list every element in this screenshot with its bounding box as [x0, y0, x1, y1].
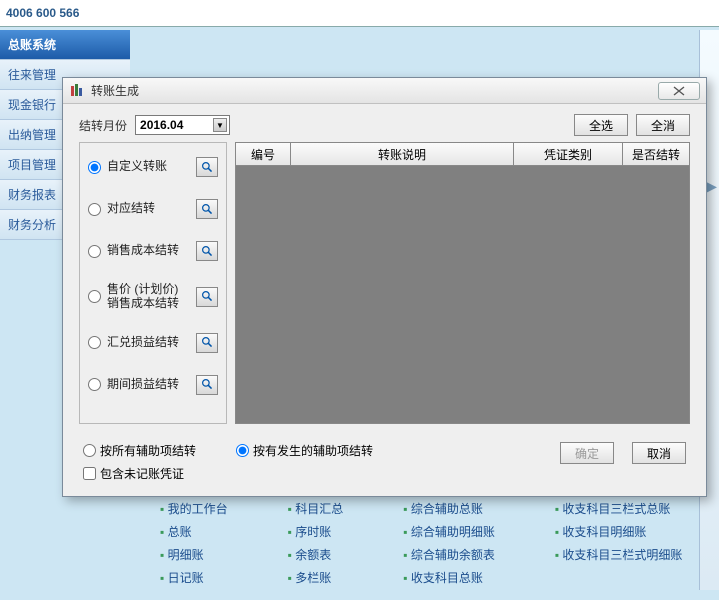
option-period[interactable]: 期间损益结转 [88, 375, 218, 395]
bg-link[interactable]: 收支科目三栏式明细账 [555, 546, 683, 563]
col-voucher-type[interactable]: 凭证类别 [513, 142, 623, 166]
option-sales-cost[interactable]: 销售成本结转 [88, 241, 218, 261]
bg-link[interactable]: 多栏账 [288, 569, 344, 586]
month-value: 2016.04 [140, 118, 183, 132]
month-select[interactable]: 2016.04 ▼ [135, 115, 230, 135]
select-all-button[interactable]: 全选 [574, 114, 628, 136]
phone-number: 4006 600 566 [6, 6, 79, 20]
lookup-button[interactable] [196, 199, 218, 219]
close-button[interactable] [658, 82, 700, 100]
titlebar: 转账生成 [63, 78, 706, 104]
aux-occurred-option[interactable]: 按有发生的辅助项结转 [236, 442, 373, 459]
lookup-button[interactable] [196, 375, 218, 395]
grid-panel: 编号 转账说明 凭证类别 是否结转 [235, 142, 690, 424]
aux-all-option[interactable]: 按所有辅助项结转 [83, 442, 196, 459]
bg-link[interactable]: 我的工作台 [160, 500, 228, 517]
option-panel: 自定义转账 对应结转 销售成本结转 售价 (计划价) 销售成本结转 汇兑损益结转 [79, 142, 227, 424]
option-corresponding[interactable]: 对应结转 [88, 199, 218, 219]
bg-link[interactable]: 综合辅助明细账 [403, 523, 495, 540]
background-links: 我的工作台 总账 明细账 日记账 科目汇总 序时账 余额表 多栏账 综合辅助总账… [160, 500, 682, 586]
radio-price-plan[interactable] [88, 290, 101, 303]
magnifier-icon [201, 203, 214, 216]
cancel-button[interactable]: 取消 [632, 442, 686, 464]
dialog-body: 自定义转账 对应结转 销售成本结转 售价 (计划价) 销售成本结转 汇兑损益结转 [63, 142, 706, 432]
ok-button[interactable]: 确定 [560, 442, 614, 464]
transfer-dialog: 转账生成 结转月份 2016.04 ▼ 全选 全消 自定义转账 对应结转 [62, 77, 707, 497]
option-exchange[interactable]: 汇兑损益结转 [88, 333, 218, 353]
radio-custom[interactable] [88, 161, 101, 174]
bg-link[interactable]: 余额表 [288, 546, 344, 563]
bottom-row: 按所有辅助项结转 包含未记账凭证 按有发生的辅助项结转 确定 取消 [63, 432, 706, 496]
bg-link[interactable]: 收支科目总账 [403, 569, 495, 586]
bg-link[interactable]: 综合辅助总账 [403, 500, 495, 517]
col-number[interactable]: 编号 [235, 142, 291, 166]
month-label: 结转月份 [79, 117, 127, 134]
top-row: 结转月份 2016.04 ▼ 全选 全消 [63, 104, 706, 142]
bg-link[interactable]: 综合辅助余额表 [403, 546, 495, 563]
bg-link[interactable]: 收支科目明细账 [555, 523, 683, 540]
magnifier-icon [201, 378, 214, 391]
lookup-button[interactable] [196, 157, 218, 177]
option-custom-transfer[interactable]: 自定义转账 [88, 157, 218, 177]
deselect-all-button[interactable]: 全消 [636, 114, 690, 136]
bg-link[interactable]: 收支科目三栏式总账 [555, 500, 683, 517]
col-desc[interactable]: 转账说明 [290, 142, 514, 166]
radio-exchange[interactable] [88, 336, 101, 349]
checkbox-unposted[interactable] [83, 467, 96, 480]
lookup-button[interactable] [196, 333, 218, 353]
magnifier-icon [201, 290, 214, 303]
grid-body[interactable] [235, 166, 690, 424]
sidebar-item-general-ledger[interactable]: 总账系统 [0, 30, 130, 60]
radio-aux-occurred[interactable] [236, 444, 249, 457]
lookup-button[interactable] [196, 241, 218, 261]
radio-period[interactable] [88, 378, 101, 391]
lookup-button[interactable] [196, 287, 218, 307]
radio-aux-all[interactable] [83, 444, 96, 457]
include-unposted-option[interactable]: 包含未记账凭证 [83, 465, 196, 482]
col-carryover[interactable]: 是否结转 [622, 142, 690, 166]
dialog-title: 转账生成 [91, 82, 658, 99]
bg-link[interactable]: 序时账 [288, 523, 344, 540]
magnifier-icon [201, 161, 214, 174]
bg-link[interactable]: 日记账 [160, 569, 228, 586]
close-icon [672, 86, 686, 96]
phone-bar: 4006 600 566 [0, 0, 719, 27]
bg-link[interactable]: 科目汇总 [288, 500, 344, 517]
radio-corresponding[interactable] [88, 203, 101, 216]
chevron-down-icon: ▼ [213, 118, 227, 132]
magnifier-icon [201, 245, 214, 258]
option-price-plan[interactable]: 售价 (计划价) 销售成本结转 [88, 283, 218, 311]
magnifier-icon [201, 336, 214, 349]
app-icon [69, 83, 85, 99]
grid-header: 编号 转账说明 凭证类别 是否结转 [235, 142, 690, 166]
radio-sales-cost[interactable] [88, 245, 101, 258]
expand-arrow-icon[interactable]: ▶ [706, 178, 717, 195]
bg-link[interactable]: 总账 [160, 523, 228, 540]
bg-link[interactable]: 明细账 [160, 546, 228, 563]
